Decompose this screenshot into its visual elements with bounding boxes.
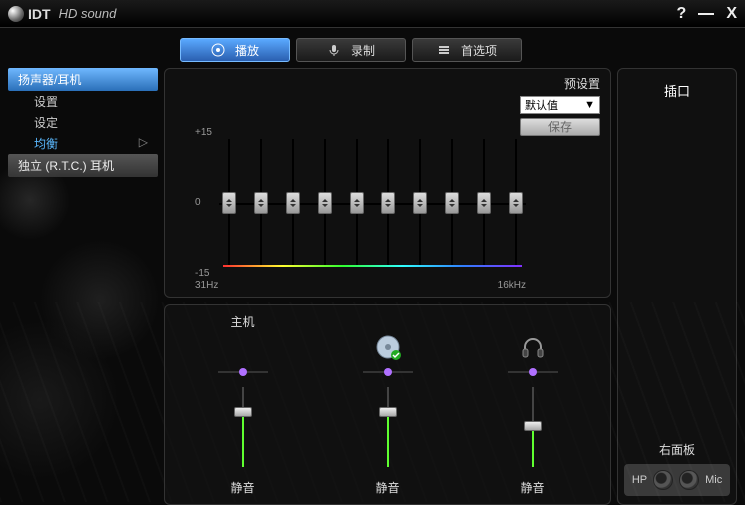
volume-thumb[interactable] bbox=[379, 407, 397, 417]
hp-jack-port[interactable] bbox=[653, 470, 673, 490]
eq-ylabel-min: -15 bbox=[195, 268, 209, 279]
eq-xlabel-max: 16kHz bbox=[498, 280, 526, 291]
mute-button[interactable]: 静音 bbox=[520, 479, 544, 496]
eq-xlabel-min: 31Hz bbox=[195, 280, 218, 291]
minimize-button[interactable] bbox=[698, 13, 714, 15]
eq-band-slider[interactable] bbox=[474, 139, 494, 267]
tab-playback-label: 播放 bbox=[235, 42, 259, 59]
sidebar-item-independent[interactable]: 独立 (R.T.C.) 耳机 bbox=[8, 154, 158, 177]
channel-title: 主机 bbox=[230, 313, 254, 329]
hp-label: HP bbox=[632, 474, 647, 486]
volume-thumb[interactable] bbox=[234, 407, 252, 417]
jack-title: 插口 bbox=[664, 81, 690, 100]
tab-record[interactable]: 录制 bbox=[296, 38, 406, 62]
mic-jack-port[interactable] bbox=[679, 470, 699, 490]
eq-band-slider[interactable] bbox=[442, 139, 462, 267]
sidebar-item-label: 均衡 bbox=[34, 135, 58, 152]
app-logo: IDT HD sound bbox=[8, 6, 116, 22]
mute-button[interactable]: 静音 bbox=[230, 479, 254, 496]
eq-band-thumb[interactable] bbox=[286, 192, 300, 214]
preset-label: 预设置 bbox=[564, 75, 600, 92]
eq-band-thumb[interactable] bbox=[222, 192, 236, 214]
eq-band-thumb[interactable] bbox=[509, 192, 523, 214]
eq-band-thumb[interactable] bbox=[445, 192, 459, 214]
eq-band-thumb[interactable] bbox=[350, 192, 364, 214]
volume-thumb[interactable] bbox=[524, 421, 542, 431]
chevron-down-icon: ▼ bbox=[584, 99, 595, 111]
volume-slider[interactable] bbox=[383, 387, 393, 467]
eq-ylabel-mid: 0 bbox=[195, 197, 201, 208]
tab-preferences[interactable]: 首选项 bbox=[412, 38, 522, 62]
sidebar-item-label: 设置 bbox=[34, 95, 58, 109]
eq-spectrum-bar bbox=[223, 265, 522, 267]
tab-record-label: 录制 bbox=[351, 42, 375, 59]
jack-panel: 插口 右面板 HP Mic bbox=[617, 68, 737, 505]
eq-band-thumb[interactable] bbox=[477, 192, 491, 214]
preset-save-label: 保存 bbox=[548, 120, 572, 134]
mic-label: Mic bbox=[705, 474, 722, 486]
mixer-channel-device: 静音 bbox=[320, 313, 455, 496]
eq-band-slider[interactable] bbox=[315, 139, 335, 267]
eq-band-slider[interactable] bbox=[251, 139, 271, 267]
balance-thumb[interactable] bbox=[239, 368, 247, 376]
eq-band-thumb[interactable] bbox=[381, 192, 395, 214]
brand-text: IDT bbox=[28, 6, 51, 22]
volume-slider[interactable] bbox=[528, 387, 538, 467]
mixer-channel-master: 主机静音 bbox=[175, 313, 310, 496]
expand-icon: ▷ bbox=[139, 135, 148, 152]
jack-port-row: HP Mic bbox=[624, 464, 730, 496]
equalizer-panel: 预设置 默认值 ▼ 保存 +15 0 -15 31Hz 16kHz bbox=[164, 68, 611, 298]
sound-device-icon bbox=[374, 333, 402, 361]
volume-slider[interactable] bbox=[238, 387, 248, 467]
sidebar-item-speakers[interactable]: 扬声器/耳机 bbox=[8, 68, 158, 91]
sidebar-item-label: 设定 bbox=[34, 116, 58, 130]
eq-graph: +15 0 -15 bbox=[195, 129, 530, 277]
preset-select[interactable]: 默认值 ▼ bbox=[520, 96, 600, 114]
tab-preferences-label: 首选项 bbox=[461, 42, 497, 59]
close-button[interactable]: X bbox=[726, 5, 737, 23]
tab-row: 播放 录制 首选项 bbox=[180, 38, 745, 62]
title-bar: IDT HD sound ? X bbox=[0, 0, 745, 28]
sidebar-sub-eq[interactable]: 均衡 ▷ bbox=[8, 133, 158, 154]
eq-band-slider[interactable] bbox=[283, 139, 303, 267]
balance-slider[interactable] bbox=[508, 369, 558, 375]
help-button[interactable]: ? bbox=[677, 5, 687, 23]
mixer-channel-headphones: 静音 bbox=[465, 313, 600, 496]
product-text: HD sound bbox=[59, 6, 117, 21]
sidebar-sub-config[interactable]: 设定 bbox=[8, 112, 158, 133]
mixer-panel: 主机静音静音静音 bbox=[164, 304, 611, 505]
eq-band-thumb[interactable] bbox=[254, 192, 268, 214]
eq-band-slider[interactable] bbox=[506, 139, 526, 267]
eq-band-thumb[interactable] bbox=[318, 192, 332, 214]
sidebar-sub-settings[interactable]: 设置 bbox=[8, 91, 158, 112]
eq-band-slider[interactable] bbox=[410, 139, 430, 267]
mic-icon bbox=[327, 43, 341, 57]
sidebar: 扬声器/耳机 设置 设定 均衡 ▷ 独立 (R.T.C.) 耳机 bbox=[8, 68, 158, 505]
eq-band-slider[interactable] bbox=[378, 139, 398, 267]
headphones-icon bbox=[519, 333, 547, 361]
balance-slider[interactable] bbox=[218, 369, 268, 375]
preset-value: 默认值 bbox=[525, 97, 558, 113]
eq-ylabel-max: +15 bbox=[195, 127, 212, 138]
jack-panel-name: 右面板 bbox=[659, 441, 695, 458]
eq-band-slider[interactable] bbox=[219, 139, 239, 267]
tab-playback[interactable]: 播放 bbox=[180, 38, 290, 62]
speaker-icon bbox=[211, 43, 225, 57]
balance-slider[interactable] bbox=[363, 369, 413, 375]
eq-band-thumb[interactable] bbox=[413, 192, 427, 214]
balance-thumb[interactable] bbox=[529, 368, 537, 376]
sidebar-item-label: 扬声器/耳机 bbox=[18, 73, 81, 87]
list-icon bbox=[437, 43, 451, 57]
mute-button[interactable]: 静音 bbox=[375, 479, 399, 496]
logo-icon bbox=[8, 6, 24, 22]
sidebar-item-label: 独立 (R.T.C.) 耳机 bbox=[18, 159, 114, 173]
eq-band-slider[interactable] bbox=[347, 139, 367, 267]
balance-thumb[interactable] bbox=[384, 368, 392, 376]
preset-save-button[interactable]: 保存 bbox=[520, 118, 600, 136]
